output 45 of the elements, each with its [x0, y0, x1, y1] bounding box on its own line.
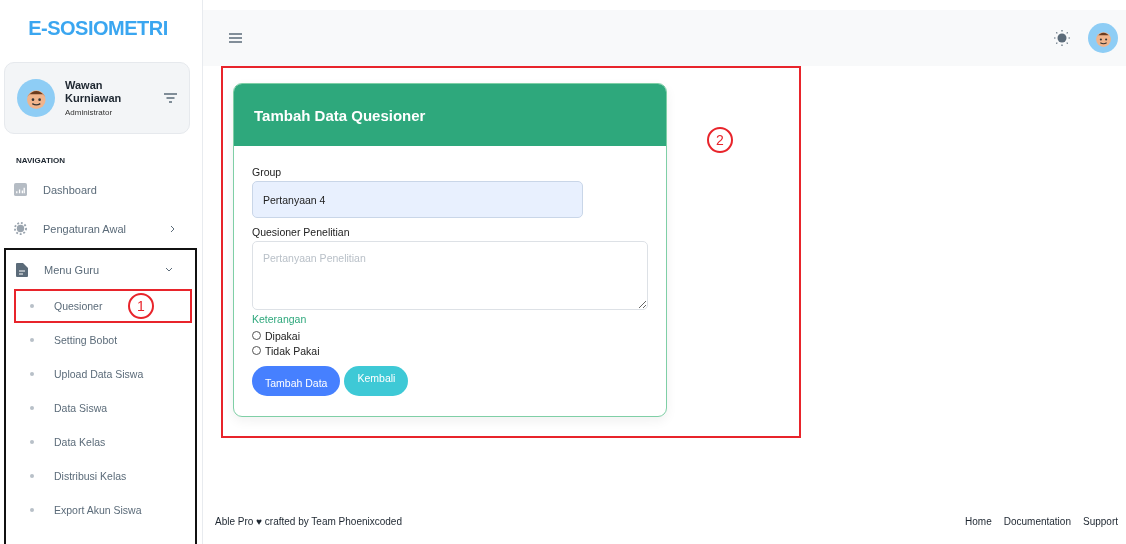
callout-number: 2 — [707, 127, 733, 153]
filter-icon[interactable] — [164, 93, 177, 103]
radio-label: Dipakai — [265, 329, 301, 342]
footer-link[interactable]: Home — [965, 515, 992, 527]
submenu-item[interactable]: Export Akun Siswa — [14, 493, 192, 527]
chart-icon — [14, 183, 27, 196]
field-label: Quesioner Penelitian — [252, 226, 351, 238]
file-icon — [16, 262, 28, 277]
bullet-icon — [30, 474, 34, 478]
radio-button[interactable] — [252, 331, 261, 340]
gear-icon — [14, 222, 27, 235]
form-button[interactable]: Tambah Data — [252, 366, 341, 396]
submenu-item[interactable]: Data Kelas — [14, 425, 192, 459]
submenu-item[interactable]: Quesioner 1 — [14, 289, 192, 323]
bullet-icon — [30, 406, 34, 410]
bullet-icon — [30, 508, 34, 512]
nav-item[interactable]: Pengaturan Awal — [4, 209, 197, 248]
card-title: Tambah Data Quesioner — [234, 84, 666, 146]
submenu-item[interactable]: Distribusi Kelas — [14, 459, 192, 493]
field-label: Group — [252, 166, 283, 178]
callout-number: 1 — [128, 293, 154, 319]
user-role: Administrator — [65, 108, 114, 117]
avatar[interactable] — [1088, 23, 1118, 53]
logo: E-SOSIOMETRI — [27, 15, 169, 41]
radio-button[interactable] — [252, 346, 261, 355]
nav-item[interactable]: Menu Guru — [6, 250, 195, 289]
nav-item[interactable]: Dashboard — [4, 170, 202, 209]
radio-label: Tidak Pakai — [265, 344, 320, 357]
textarea-field[interactable]: Pertanyaan Penelitian — [252, 241, 648, 310]
submenu-item[interactable]: Setting Bobot — [14, 323, 192, 357]
sun-icon[interactable] — [1054, 30, 1070, 46]
field-label: Keterangan — [252, 313, 308, 325]
footer-credit: Able Pro ♥ crafted by Team Phoenixcoded — [215, 515, 402, 527]
submenu-item[interactable]: Upload Data Siswa — [14, 357, 192, 391]
bullet-icon — [30, 372, 34, 376]
bullet-icon — [30, 440, 34, 444]
input-field[interactable]: Pertanyaan 4 — [252, 181, 583, 218]
section-title: NAVIGATION — [16, 156, 67, 167]
submenu-item[interactable]: Data Siswa — [14, 391, 192, 425]
footer-link[interactable]: Documentation — [1003, 515, 1071, 527]
user-name: Wawan Kurniawan — [65, 79, 123, 105]
bullet-icon — [30, 304, 34, 308]
menu-icon[interactable] — [229, 33, 242, 43]
bullet-icon — [30, 338, 34, 342]
footer-link[interactable]: Support — [1082, 515, 1118, 527]
